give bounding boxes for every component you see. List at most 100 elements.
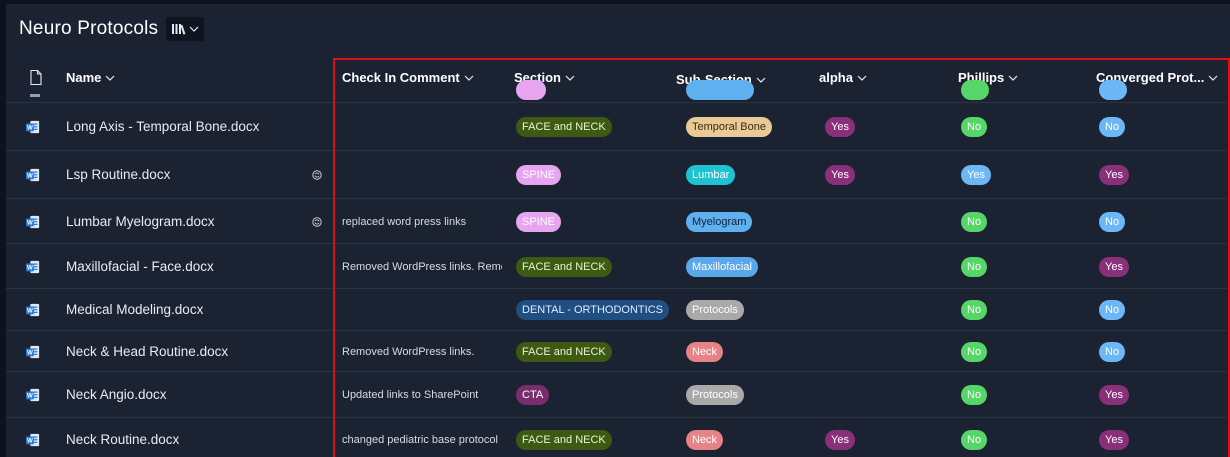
file-name-link[interactable]: Neck Routine.docx [66,432,179,447]
section-pill: SPINE [516,212,562,232]
table-row[interactable]: W Neck Angio.docx Updated links to SharePo… [6,371,1230,418]
phillips-pill: No [961,212,988,232]
alpha-pill: Yes [825,117,855,137]
phillips-pill [961,80,989,100]
file-name-link[interactable]: Lsp Routine.docx [66,167,170,182]
converged-pill: Yes [1099,257,1129,277]
alpha-column-label: alpha [819,70,853,85]
file-name-link[interactable]: Lumbar Myelogram.docx [66,214,215,229]
word-file-icon: W [26,120,40,134]
section-pill [516,80,547,100]
chevron-down-icon [857,75,867,81]
library-view-icon [172,24,186,35]
section-pill: DENTAL - ORTHODONTICS [516,300,669,320]
table-row[interactable]: W Long Axis - Temporal Bone.docx FACE and … [6,102,1230,151]
file-type-column-header[interactable] [30,70,42,85]
section-pill: FACE and NECK [516,342,612,362]
sync-status-icon [312,170,322,180]
sync-status-icon [312,217,322,227]
file-name-link[interactable]: Long Axis - Temporal Bone.docx [66,119,259,134]
alpha-pill: Yes [825,430,855,450]
converged-pill [1099,80,1127,100]
chevron-down-icon [464,75,474,81]
word-file-icon: W [26,345,40,359]
sub-section-pill: Protocols [686,300,744,320]
check-in-comment-column-label: Check In Comment [342,70,460,85]
table-row[interactable]: W Neck & Head Routine.docx Removed WordPre… [6,330,1230,372]
word-file-icon: W [26,215,40,229]
table-row-partial[interactable] [6,80,1230,102]
svg-text:W: W [27,308,33,315]
section-pill: CTA [516,385,550,405]
svg-text:W: W [27,125,33,132]
word-file-icon: W [26,303,40,317]
converged-pill: Yes [1099,165,1129,185]
converged-pill: Yes [1099,430,1129,450]
check-in-comment-column-header[interactable]: Check In Comment [342,70,474,85]
svg-text:W: W [27,265,33,272]
phillips-pill: No [961,430,988,450]
sub-section-pill: Myelogram [686,212,753,232]
chevron-down-icon [1008,75,1018,81]
converged-pill: No [1099,342,1126,362]
word-file-icon: W [26,168,40,182]
word-file-icon: W [26,388,40,402]
phillips-pill: No [961,257,988,277]
section-pill: FACE and NECK [516,117,612,137]
view-switcher-button[interactable] [166,17,205,41]
chevron-down-icon [189,26,199,32]
chevron-down-icon [1208,75,1218,81]
library-title: Neuro Protocols [19,18,159,39]
file-name-link[interactable]: Maxillofacial - Face.docx [66,259,214,274]
svg-text:W: W [27,438,33,445]
check-in-comment: Updated links to SharePoint [342,389,479,401]
svg-text:W: W [27,350,33,357]
table-row[interactable]: W Lumbar Myelogram.docx replaced word pres… [6,198,1230,244]
converged-pill: No [1099,300,1126,320]
phillips-pill: No [961,342,988,362]
svg-text:W: W [27,393,33,400]
file-name-link[interactable]: Neck & Head Routine.docx [66,344,228,359]
phillips-pill: Yes [961,165,991,185]
sub-section-pill: Maxillofacial [686,257,758,277]
table-row[interactable]: W Neck Routine.docx changed pediatric base… [6,417,1230,457]
svg-text:W: W [27,220,33,227]
check-in-comment: Removed WordPress links. [342,346,475,358]
converged-pill: No [1099,117,1126,137]
library-header: Neuro Protocols [19,17,205,41]
check-in-comment: Removed WordPress links. Remo [342,261,502,273]
name-column-header[interactable]: Name [66,70,115,85]
svg-text:W: W [27,173,33,180]
sub-section-pill [686,80,754,100]
table-row[interactable]: W Medical Modeling.docx DENTAL - ORTHODONT… [6,288,1230,331]
file-name-link[interactable]: Medical Modeling.docx [66,302,203,317]
phillips-pill: No [961,117,988,137]
file-name-link[interactable]: Neck Angio.docx [66,387,167,402]
section-pill: SPINE [516,165,562,185]
document-icon [30,70,42,85]
sub-section-pill: Lumbar [686,165,736,185]
converged-pill: No [1099,212,1126,232]
chevron-down-icon [756,77,766,83]
sub-section-pill: Neck [686,342,724,362]
word-file-icon: W [26,433,40,447]
word-file-icon [30,94,40,97]
sub-section-pill: Neck [686,430,724,450]
sub-section-pill: Temporal Bone [686,117,772,137]
column-header-row: Name Check In Comment Section Sub-Sectio… [6,64,1230,94]
chevron-down-icon [105,75,115,81]
converged-pill: Yes [1099,385,1129,405]
phillips-pill: No [961,385,988,405]
table-row[interactable]: W Maxillofacial - Face.docx Removed WordPr… [6,243,1230,289]
document-library: Neuro Protocols Name Check In Comment Se… [6,4,1230,457]
section-pill: FACE and NECK [516,257,612,277]
alpha-column-header[interactable]: alpha [819,70,867,85]
chevron-down-icon [565,75,575,81]
name-column-label: Name [66,70,102,85]
check-in-comment: replaced word press links [342,216,467,228]
sub-section-pill: Protocols [686,385,744,405]
alpha-pill: Yes [825,165,855,185]
table-row[interactable]: W Lsp Routine.docx SPINE Lumbar Yes Yes Yes [6,150,1230,199]
section-pill: FACE and NECK [516,430,612,450]
phillips-pill: No [961,300,988,320]
